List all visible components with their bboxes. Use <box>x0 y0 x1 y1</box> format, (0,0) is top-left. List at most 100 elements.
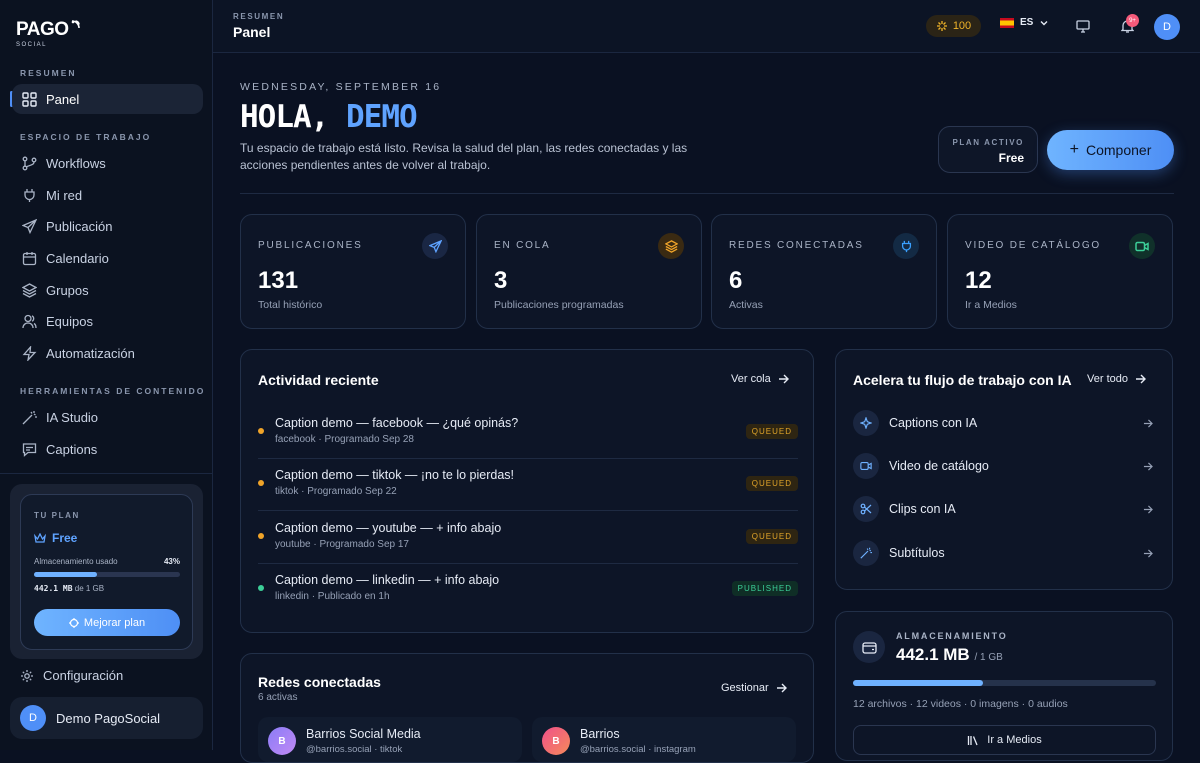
sparkle-icon <box>68 617 79 628</box>
sidebar-item-publicacion[interactable]: Publicación <box>12 211 203 241</box>
video-icon <box>1129 233 1155 259</box>
sidebar-item-label: Captions <box>46 441 98 457</box>
send-icon <box>422 233 448 259</box>
ai-item-video-catalogo[interactable]: Video de catálogo <box>853 451 1153 481</box>
activity-item-meta: facebook · Programado Sep 28 <box>275 434 414 445</box>
user-menu[interactable]: D Demo PagoSocial <box>10 697 203 739</box>
arrow-right-icon <box>1143 461 1153 471</box>
storage-of: de 1 GB <box>74 584 105 593</box>
activity-item[interactable]: Caption demo — linkedin — + info abajo l… <box>258 564 798 616</box>
stat-value: 131 <box>258 267 299 294</box>
view-queue-link[interactable]: Ver cola <box>731 373 789 385</box>
avatar: D <box>20 705 46 731</box>
network-item[interactable]: B Barrios @barrios.social · instagram <box>532 717 796 762</box>
plan-card: TU PLAN Free Almacenamiento usado 43% 44… <box>20 494 193 650</box>
view-all-link[interactable]: Ver todo <box>1087 373 1146 385</box>
layers-icon <box>658 233 684 259</box>
signal-icon <box>71 20 80 29</box>
storage-used: 442.1 MB <box>34 584 73 593</box>
sidebar-item-workflows[interactable]: Workflows <box>12 148 203 178</box>
logo[interactable]: PAGO <box>16 20 82 39</box>
grid-icon <box>20 90 38 108</box>
activity-item-meta: youtube · Programado Sep 17 <box>275 539 409 550</box>
sidebar-item-ia-studio[interactable]: IA Studio <box>12 402 203 432</box>
settings-label: Configuración <box>43 668 124 683</box>
ai-item-captions[interactable]: Captions con IA <box>853 408 1153 438</box>
stat-card-redes[interactable]: REDES CONECTADAS 6 Activas <box>711 214 937 329</box>
activity-item-meta: tiktok · Programado Sep 22 <box>275 486 397 497</box>
activity-item[interactable]: Caption demo — facebook — ¿qué opinás? f… <box>258 407 798 459</box>
status-dot <box>258 585 264 591</box>
networks-title: Redes conectadas <box>258 674 381 690</box>
go-to-media-button[interactable]: Ir a Medios <box>853 725 1156 755</box>
main-content: WEDNESDAY, SEPTEMBER 16 HOLA, DEMO Tu es… <box>213 53 1200 763</box>
caption-icon <box>20 440 38 458</box>
sidebar-item-calendario[interactable]: Calendario <box>12 243 203 273</box>
network-item[interactable]: B Barrios Social Media @barrios.social ·… <box>258 717 522 762</box>
storage-bar <box>34 572 180 577</box>
ai-item-clips[interactable]: Clips con IA <box>853 494 1153 524</box>
monitor-icon[interactable] <box>1074 17 1092 35</box>
upgrade-plan-label: Mejorar plan <box>83 616 146 629</box>
current-date: WEDNESDAY, SEPTEMBER 16 <box>240 81 442 93</box>
storage-meta: 12 archivos · 12 videos · 0 imagens · 0 … <box>853 698 1068 710</box>
language-selector[interactable]: ES <box>1000 17 1049 28</box>
scissors-icon <box>853 496 879 522</box>
settings-link[interactable]: Configuración <box>20 668 123 683</box>
ai-item-label: Subtítulos <box>889 546 945 560</box>
storage-card: ALMACENAMIENTO 442.1 MB / 1 GB 12 archiv… <box>835 611 1173 761</box>
network-name: Barrios Social Media <box>306 727 421 741</box>
manage-networks-link[interactable]: Gestionar <box>721 682 787 694</box>
sidebar-item-automatizacion[interactable]: Automatización <box>12 338 203 368</box>
status-badge: QUEUED <box>745 424 798 439</box>
sidebar-item-panel[interactable]: Panel <box>12 84 203 114</box>
activity-item-meta: linkedin · Publicado en 1h <box>275 591 390 602</box>
bolt-icon <box>20 344 38 362</box>
stat-card-en-cola[interactable]: EN COLA 3 Publicaciones programadas <box>476 214 702 329</box>
sidebar-item-grupos[interactable]: Grupos <box>12 275 203 305</box>
send-icon <box>20 217 38 235</box>
network-avatar: B <box>268 727 296 755</box>
stat-value: 3 <box>494 267 508 294</box>
sidebar-item-label: Equipos <box>46 313 93 329</box>
ai-item-subtitulos[interactable]: Subtítulos <box>853 538 1153 568</box>
plus-icon: + <box>1069 141 1079 158</box>
logo-text: PAGO <box>16 19 69 40</box>
gear-icon <box>21 669 33 682</box>
stat-value: 6 <box>729 267 743 294</box>
sidebar-item-label: Publicación <box>46 218 113 234</box>
spain-flag-icon <box>1000 17 1014 28</box>
sparkle-icon <box>936 21 947 31</box>
activity-item[interactable]: Caption demo — tiktok — ¡no te lo pierda… <box>258 459 798 511</box>
upgrade-plan-button[interactable]: Mejorar plan <box>34 609 180 636</box>
stat-subtitle: Activas <box>729 299 763 311</box>
activity-item[interactable]: Caption demo — youtube — + info abajo yo… <box>258 512 798 564</box>
credits-count: 100 <box>952 20 972 32</box>
status-dot <box>258 428 264 434</box>
stat-card-video-catalogo[interactable]: VIDEO DE CATÁLOGO 12 Ir a Medios <box>947 214 1173 329</box>
user-name: Demo PagoSocial <box>56 710 161 726</box>
view-all-label: Ver todo <box>1087 373 1128 385</box>
ai-card: Acelera tu flujo de trabajo con IA Ver t… <box>835 349 1173 590</box>
avatar[interactable]: D <box>1154 14 1180 40</box>
breadcrumb: RESUMEN <box>233 12 285 21</box>
network-avatar: B <box>542 727 570 755</box>
sidebar-item-captions[interactable]: Captions <box>12 434 203 464</box>
active-plan-box: PLAN ACTIVO Free <box>938 126 1038 173</box>
wallet-icon <box>853 631 885 663</box>
stat-label: REDES CONECTADAS <box>729 240 864 251</box>
status-dot <box>258 533 264 539</box>
plan-label: TU PLAN <box>34 511 80 520</box>
stat-card-publicaciones[interactable]: PUBLICACIONES 131 Total histórico <box>240 214 466 329</box>
layers-icon <box>20 281 38 299</box>
sidebar-item-equipos[interactable]: Equipos <box>12 306 203 336</box>
plan-name: Free <box>34 531 77 545</box>
video-icon <box>853 453 879 479</box>
logo-subtitle: SOCIAL <box>16 42 48 48</box>
stat-label: PUBLICACIONES <box>258 240 363 251</box>
credits-badge[interactable]: 100 <box>926 15 981 37</box>
sidebar-item-label: Mi red <box>46 187 83 203</box>
sidebar-item-mi-red[interactable]: Mi red <box>12 180 203 210</box>
plug-icon <box>20 186 38 204</box>
compose-button[interactable]: + Componer <box>1047 130 1174 170</box>
